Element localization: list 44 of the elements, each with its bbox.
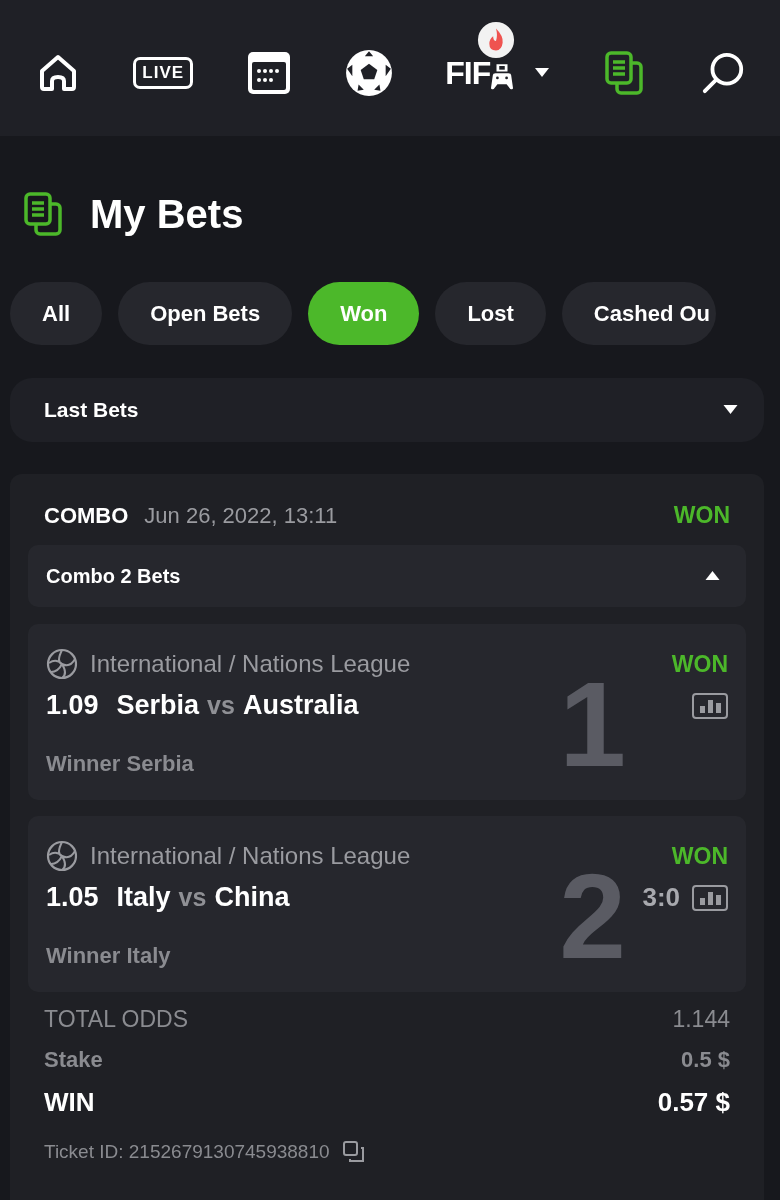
filter-tab[interactable]: All — [10, 282, 103, 345]
selection-status: WON — [671, 650, 728, 678]
filter-tab[interactable]: Cashed Ou — [561, 282, 716, 345]
game-menu-button[interactable]: FIF — [445, 54, 550, 92]
copy-icon[interactable] — [341, 1140, 366, 1164]
caret-icon — [535, 68, 550, 78]
versus-text: vs — [207, 691, 235, 720]
selection-pick: Winner Italy — [46, 943, 172, 969]
soccer-ball-icon[interactable] — [343, 48, 394, 98]
stats-icon[interactable] — [692, 884, 728, 911]
versus-text: vs — [178, 883, 207, 912]
league-name: International / Nations League — [90, 650, 411, 678]
selection-odds: 1.09 — [46, 690, 99, 721]
win-value: 0.57 $ — [657, 1087, 730, 1118]
selection-pick: Winner Serbia — [46, 751, 195, 777]
away-team: China — [214, 882, 290, 913]
ticket-id: Ticket ID: 2152679130745938810 — [44, 1141, 330, 1163]
live-button[interactable]: LIVE — [133, 57, 194, 89]
gamepad-icon — [491, 63, 514, 91]
away-team: Australia — [242, 690, 359, 721]
period-dropdown[interactable]: Last Bets — [10, 378, 764, 442]
selection-status: WON — [671, 842, 728, 870]
match-score: 3:0 — [642, 882, 680, 913]
volleyball-icon — [46, 840, 78, 872]
filter-tab[interactable]: Open Bets — [118, 282, 293, 345]
total-odds-label: TOTAL ODDS — [44, 1006, 188, 1033]
page-title: My Bets — [90, 191, 244, 237]
selection-odds: 1.05 — [46, 882, 99, 913]
stats-icon[interactable] — [692, 692, 728, 719]
stake-value: 0.5 $ — [681, 1047, 730, 1073]
combo-toggle[interactable]: Combo 2 Bets — [28, 545, 746, 607]
caret-icon — [705, 571, 720, 581]
league-name: International / Nations League — [90, 842, 411, 870]
win-label: WIN — [44, 1087, 95, 1118]
total-odds-value: 1.144 — [672, 1006, 730, 1033]
caret-icon — [723, 405, 738, 415]
stake-label: Stake — [44, 1047, 103, 1073]
home-team: Serbia — [116, 690, 200, 721]
bet-status: WON — [673, 502, 730, 529]
bet-date: Jun 26, 2022, 13:11 — [144, 503, 338, 529]
filter-tab[interactable]: Lost — [435, 282, 546, 345]
bet-type: COMBO — [44, 503, 129, 529]
volleyball-icon — [46, 648, 78, 680]
home-team: Italy — [116, 882, 171, 913]
